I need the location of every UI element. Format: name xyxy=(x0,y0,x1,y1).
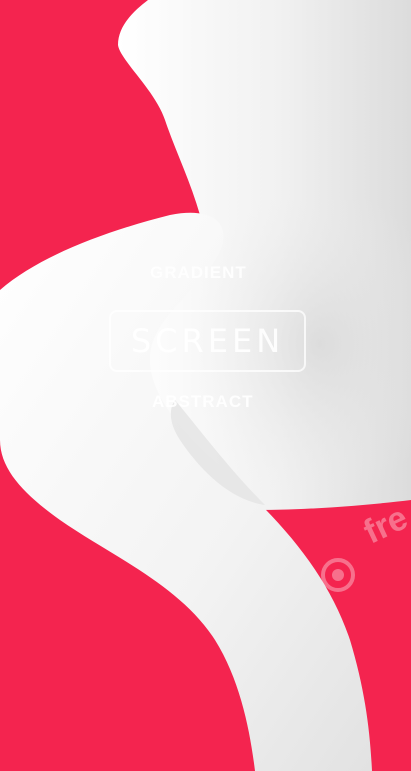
gradient-label: GRADIENT xyxy=(150,263,247,282)
screen-label: SCREEN xyxy=(130,322,285,360)
watermark: fre xyxy=(318,499,411,595)
title-group: GRADIENT SCREEN ABSTRACT xyxy=(0,0,411,771)
abstract-screen: GRADIENT SCREEN ABSTRACT fre xyxy=(0,0,411,771)
freepik-logo-icon xyxy=(321,558,355,592)
abstract-label: ABSTRACT xyxy=(152,392,254,411)
screen-frame: SCREEN xyxy=(109,310,306,372)
